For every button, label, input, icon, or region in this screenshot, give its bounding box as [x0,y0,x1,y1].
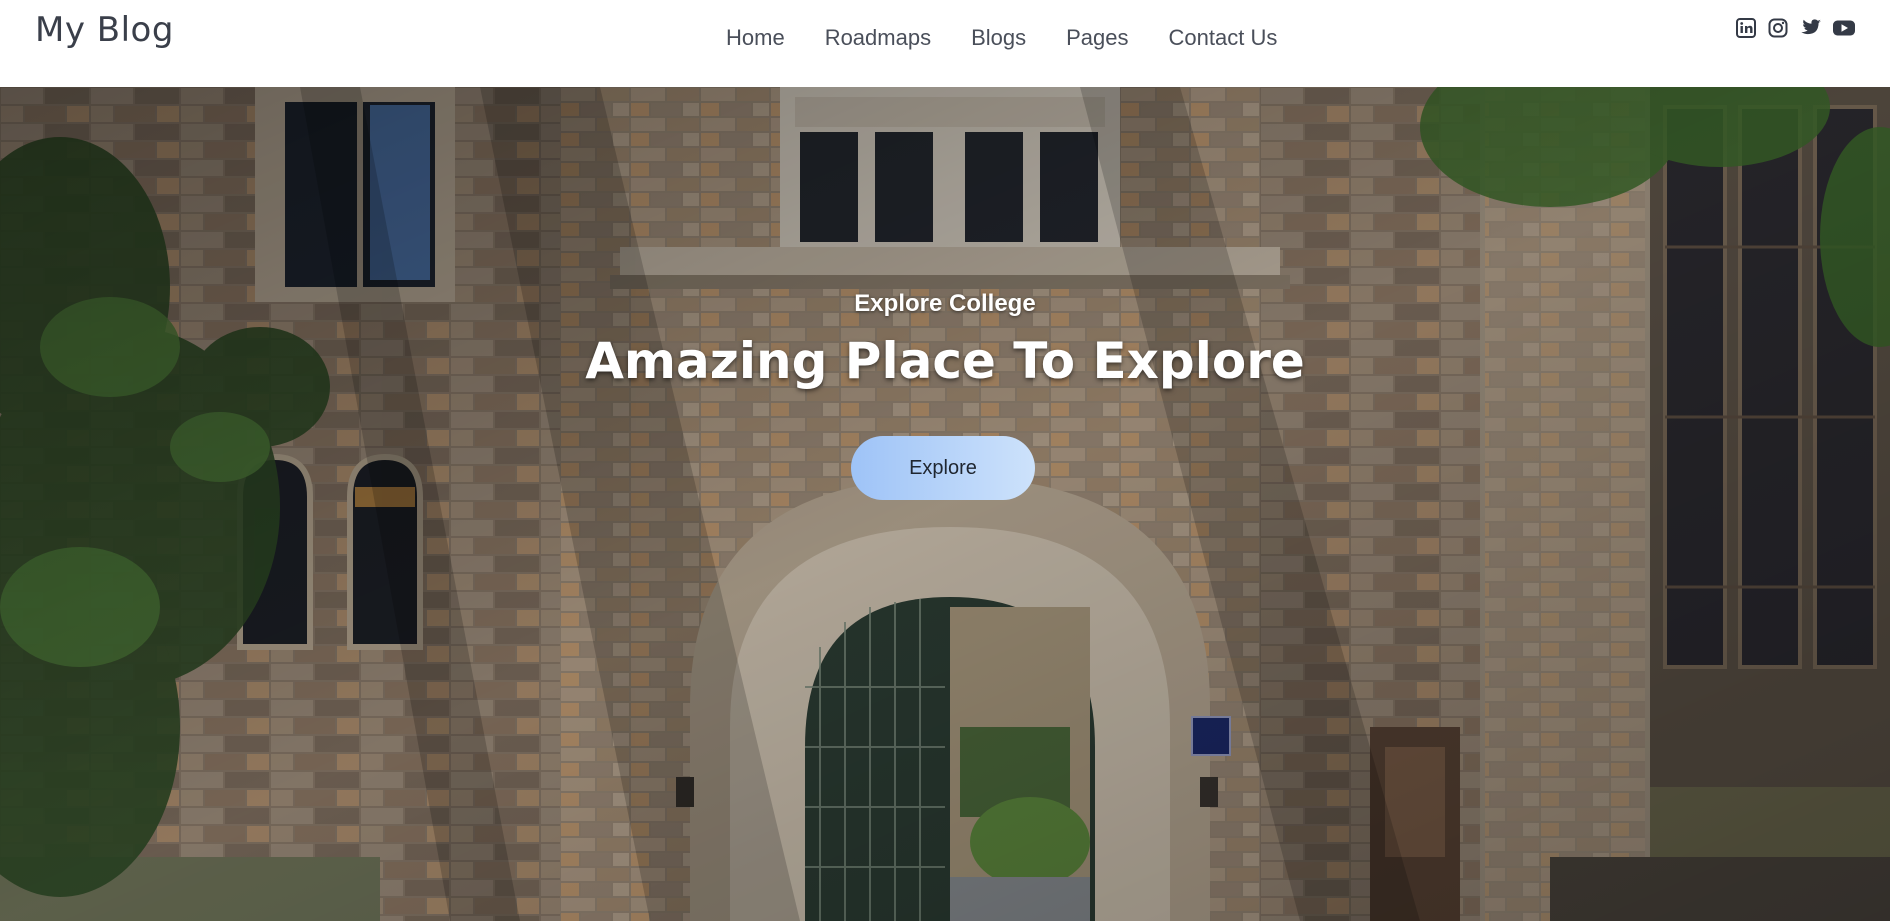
nav-pages[interactable]: Pages [1066,22,1128,54]
hero-section: Explore College Amazing Place To Explore… [0,87,1890,921]
social-links [1736,18,1855,40]
twitter-icon[interactable] [1800,18,1822,40]
linkedin-icon[interactable] [1736,18,1758,40]
hero-headline: Amazing Place To Explore [585,332,1305,390]
hero-background-image [0,87,1890,921]
brand-logo[interactable]: My Blog [35,10,174,50]
youtube-icon[interactable] [1832,18,1855,40]
nav-blogs[interactable]: Blogs [971,22,1026,54]
nav-roadmaps[interactable]: Roadmaps [825,22,931,54]
main-nav: Home Roadmaps Blogs Pages Contact Us [726,22,1317,54]
nav-home[interactable]: Home [726,22,785,54]
instagram-icon[interactable] [1768,18,1790,40]
site-header: My Blog Home Roadmaps Blogs Pages Contac… [0,0,1890,87]
nav-contact-us[interactable]: Contact Us [1169,22,1278,54]
hero-eyebrow: Explore College [854,290,1036,317]
explore-button[interactable]: Explore [851,436,1035,500]
